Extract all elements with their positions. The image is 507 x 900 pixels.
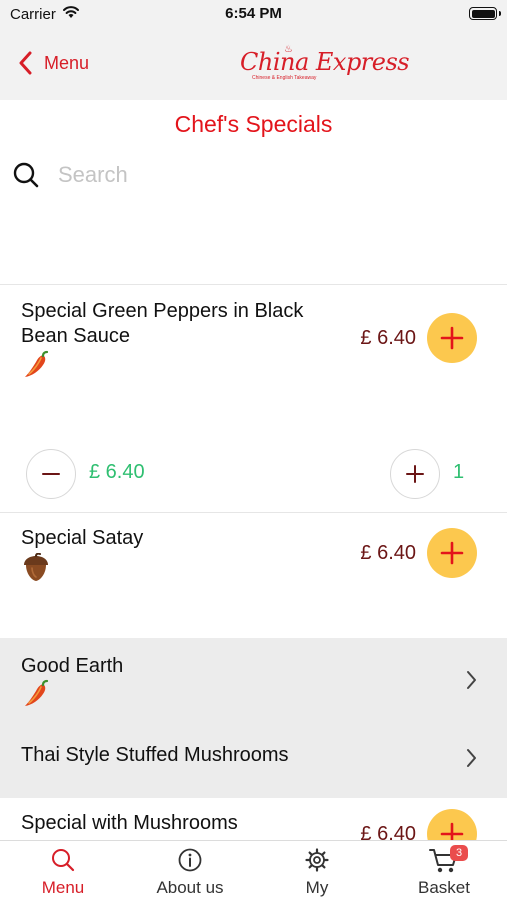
info-icon: [178, 848, 202, 872]
minus-icon: [42, 473, 60, 475]
increase-quantity-button[interactable]: [390, 449, 440, 499]
search-bar: [12, 158, 492, 192]
status-bar: Carrier 6:54 PM: [0, 0, 507, 26]
tab-label: My: [305, 878, 329, 897]
quantity-count: 1: [453, 461, 465, 483]
item-name: Special Satay: [21, 527, 144, 549]
tab-label: Basket: [418, 878, 470, 897]
chevron-right-icon: [467, 671, 476, 689]
back-button[interactable]: Menu: [18, 48, 89, 78]
plus-icon: [440, 541, 464, 565]
add-to-basket-button[interactable]: [427, 313, 477, 363]
subcategory-good-earth[interactable]: Good Earth: [0, 638, 507, 718]
clock: 6:54 PM: [225, 5, 282, 22]
chevron-left-icon: [19, 51, 32, 75]
tab-label: About us: [156, 878, 224, 897]
decrease-quantity-button[interactable]: [26, 449, 76, 499]
tab-menu[interactable]: Menu: [0, 841, 126, 900]
tab-about-us[interactable]: About us: [127, 841, 253, 900]
battery-icon: [469, 7, 501, 20]
chili-pepper-icon: [25, 679, 49, 706]
acorn-icon: [24, 553, 48, 581]
add-to-basket-button[interactable]: [427, 528, 477, 578]
subcategory-list: Good Earth Thai Style Stuffed Mushrooms: [0, 638, 507, 798]
chili-pepper-icon: [25, 350, 49, 377]
divider: [0, 284, 507, 285]
divider: [0, 512, 507, 513]
tab-bar: Menu About us My 3 Basket: [0, 840, 507, 900]
gear-icon: [305, 848, 329, 872]
china-express-logo: ♨ China Express Chinese & English Takeaw…: [238, 44, 410, 86]
tab-basket[interactable]: 3 Basket: [381, 841, 507, 900]
chevron-right-icon: [467, 749, 476, 767]
tab-label: Menu: [41, 878, 85, 897]
logo-text: China Express: [240, 48, 410, 76]
subcategory-label: Good Earth: [21, 655, 124, 677]
plus-icon: [440, 326, 464, 350]
item-price: £ 6.40: [360, 542, 416, 564]
item-name: Special with Mushrooms: [21, 812, 238, 834]
subcategory-label: Thai Style Stuffed Mushrooms: [21, 744, 289, 766]
line-total: £ 6.40: [89, 461, 145, 483]
logo-tagline: Chinese & English Takeaway: [252, 75, 317, 81]
tab-my[interactable]: My: [254, 841, 380, 900]
basket-count-badge: 3: [450, 845, 468, 861]
subcategory-thai-style-stuffed-mushrooms[interactable]: Thai Style Stuffed Mushrooms: [0, 718, 507, 798]
navigation-bar: Menu ♨ China Express Chinese & English T…: [0, 26, 507, 100]
plus-icon: [406, 465, 424, 483]
item-price: £ 6.40: [360, 327, 416, 349]
item-name: Special Green Peppers in Black Bean Sauc…: [21, 300, 304, 347]
page-title: Chef's Specials: [174, 111, 333, 137]
back-button-label: Menu: [44, 52, 90, 73]
search-icon: [52, 849, 75, 872]
search-icon: [13, 162, 39, 188]
search-input[interactable]: [58, 162, 458, 188]
